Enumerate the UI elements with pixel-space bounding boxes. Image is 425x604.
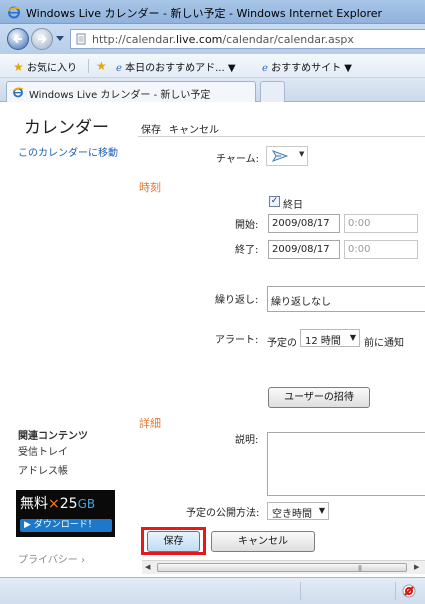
- details-section-heading: 詳細: [139, 417, 161, 430]
- charm-label: チャーム:: [216, 154, 259, 165]
- navigation-bar: http://calendar.live.com/calendar/calend…: [0, 24, 425, 54]
- divider: [138, 136, 425, 137]
- chevron-right-icon: ›: [77, 555, 85, 566]
- form-toolbar: 保存 キャンセル: [141, 121, 227, 136]
- page-viewport: カレンダー このカレンダーに移動 関連コンテンツ 受信トレイ アドレス帳 無料×…: [0, 102, 425, 577]
- forward-button[interactable]: [31, 28, 53, 50]
- alert-label: アラート:: [215, 335, 259, 346]
- arrow-left-icon: [13, 34, 22, 44]
- scroll-left-icon[interactable]: ◀: [145, 563, 150, 571]
- start-time-input[interactable]: 0:00: [344, 214, 418, 233]
- horizontal-scrollbar[interactable]: ◀ ||| ▶: [142, 560, 425, 574]
- title-bar: Windows Live カレンダー - 新しい予定 - Windows Int…: [0, 0, 425, 24]
- invite-users-button[interactable]: ユーザーの招待: [268, 387, 370, 408]
- favorites-button[interactable]: ★ お気に入り: [13, 59, 77, 74]
- repeat-select[interactable]: 繰り返しなし: [267, 286, 425, 312]
- description-textarea[interactable]: [267, 432, 425, 496]
- add-favorite-icon[interactable]: ★: [96, 59, 107, 73]
- end-label: 終了:: [235, 245, 259, 256]
- ad-download-button[interactable]: ▶ ダウンロード！: [20, 519, 112, 532]
- top-cancel-link[interactable]: キャンセル: [169, 125, 219, 136]
- description-label: 説明:: [235, 435, 259, 446]
- chevron-down-icon: ▼: [299, 150, 305, 158]
- cancel-button[interactable]: キャンセル: [211, 531, 315, 552]
- alert-prefix-text: 予定の: [267, 338, 297, 349]
- time-section-heading: 時刻: [139, 181, 161, 194]
- new-tab-button[interactable]: [260, 81, 285, 102]
- history-dropdown-icon[interactable]: [56, 36, 64, 42]
- internet-explorer-icon: [12, 87, 24, 98]
- page-icon: [76, 33, 86, 45]
- ie-page-icon: ℯ: [116, 63, 122, 74]
- back-button[interactable]: [7, 28, 29, 50]
- divider: [300, 582, 301, 600]
- tab-label: Windows Live カレンダー - 新しい予定: [29, 90, 211, 101]
- alert-suffix-text: 前に通知: [364, 338, 404, 349]
- privacy-link[interactable]: プライバシー ›: [18, 551, 85, 566]
- tab-bar: Windows Live カレンダー - 新しい予定: [0, 78, 425, 102]
- charm-picker[interactable]: ▼: [266, 146, 308, 166]
- chevron-down-icon: ▼: [318, 506, 325, 515]
- end-date-input[interactable]: 2009/08/17: [268, 240, 340, 259]
- favorites-star-icon: ★: [13, 60, 24, 74]
- top-save-link[interactable]: 保存: [141, 125, 161, 136]
- window-title: Windows Live カレンダー - 新しい予定 - Windows Int…: [26, 7, 383, 20]
- internet-explorer-icon: [7, 6, 21, 19]
- related-content-heading: 関連コンテンツ: [18, 431, 88, 442]
- sidebar: カレンダー このカレンダーに移動 関連コンテンツ 受信トレイ アドレス帳 無料×…: [0, 102, 138, 577]
- favorites-bar: ★ お気に入り ★ ℯ 本日のおすすめアド... ▼ ℯ おすすめサイト ▼: [0, 54, 425, 78]
- go-to-calendar-link[interactable]: このカレンダーに移動: [18, 144, 118, 159]
- inbox-link[interactable]: 受信トレイ: [18, 443, 68, 458]
- all-day-checkbox[interactable]: ✓: [269, 196, 280, 207]
- airplane-icon: [272, 150, 288, 162]
- favorites-link-recommended-sites[interactable]: ℯ おすすめサイト ▼: [262, 59, 352, 74]
- scrollbar-thumb[interactable]: |||: [157, 563, 407, 572]
- visibility-select[interactable]: 空き時間 ▼: [267, 502, 329, 520]
- end-time-input[interactable]: 0:00: [344, 240, 418, 259]
- scroll-right-icon[interactable]: ▶: [414, 563, 419, 571]
- all-day-label: 終日: [283, 200, 303, 211]
- alert-time-select[interactable]: 12 時間 ▼: [300, 329, 360, 347]
- address-bar[interactable]: http://calendar.live.com/calendar/calend…: [70, 29, 425, 49]
- start-label: 開始:: [235, 220, 259, 231]
- address-url[interactable]: http://calendar.live.com/calendar/calend…: [92, 33, 354, 46]
- security-zone-icon[interactable]: [402, 584, 416, 598]
- ad-headline: 無料×25GB: [20, 496, 96, 512]
- grip-icon: |||: [358, 565, 362, 572]
- divider: [395, 582, 396, 600]
- repeat-label: 繰り返し:: [215, 295, 259, 306]
- address-book-link[interactable]: アドレス帳: [18, 462, 68, 477]
- tab-calendar[interactable]: Windows Live カレンダー - 新しい予定: [6, 81, 256, 102]
- chevron-down-icon: ▼: [349, 333, 356, 342]
- visibility-label: 予定の公開方法:: [186, 508, 260, 519]
- calendar-title: カレンダー: [24, 118, 109, 138]
- ie-page-icon: ℯ: [262, 63, 268, 74]
- event-form: 保存 キャンセル チャーム: ▼ 時刻 ✓ 終日 開始: 2009/08/17 0…: [138, 102, 425, 577]
- status-bar: [0, 577, 425, 604]
- arrow-right-icon: [38, 34, 47, 44]
- favorites-link-recommended-addons[interactable]: ℯ 本日のおすすめアド... ▼: [116, 59, 236, 74]
- save-button[interactable]: 保存: [147, 531, 200, 552]
- storage-ad-banner[interactable]: 無料×25GB ▶ ダウンロード！: [16, 490, 115, 537]
- divider: [88, 59, 89, 73]
- start-date-input[interactable]: 2009/08/17: [268, 214, 340, 233]
